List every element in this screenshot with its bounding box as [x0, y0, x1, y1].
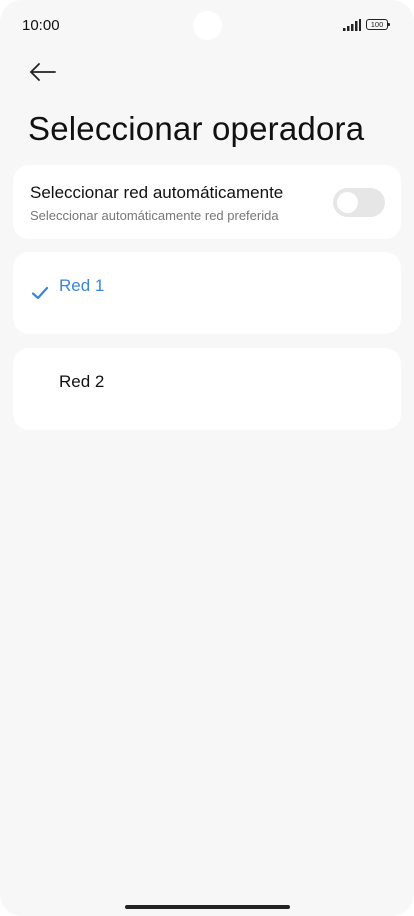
auto-select-toggle[interactable] [333, 188, 385, 217]
auto-select-title: Seleccionar red automáticamente [30, 183, 284, 202]
network-item-red-1[interactable]: Red 1 [13, 252, 401, 334]
status-bar: 10:00 100 [0, 0, 414, 52]
network-label: Red 1 [59, 276, 105, 295]
auto-select-subtitle: Seleccionar automáticamente red preferid… [30, 208, 279, 223]
network-item-red-2[interactable]: Red 2 [13, 348, 401, 430]
checkmark-icon [31, 286, 49, 300]
home-indicator[interactable] [125, 905, 290, 909]
page-title: Seleccionar operadora [28, 110, 365, 147]
signal-bars-icon [343, 19, 361, 31]
phone-screen: 10:00 100 Seleccionar operadora Seleccio… [0, 0, 414, 916]
status-time: 10:00 [22, 17, 60, 34]
battery-icon: 100 [366, 19, 390, 30]
network-label: Red 2 [59, 372, 105, 391]
toggle-knob [337, 192, 358, 213]
front-camera-cutout [193, 11, 222, 40]
auto-select-network-row[interactable]: Seleccionar red automáticamente Seleccio… [13, 165, 401, 239]
arrow-left-icon [30, 63, 56, 81]
back-button[interactable] [26, 58, 60, 86]
